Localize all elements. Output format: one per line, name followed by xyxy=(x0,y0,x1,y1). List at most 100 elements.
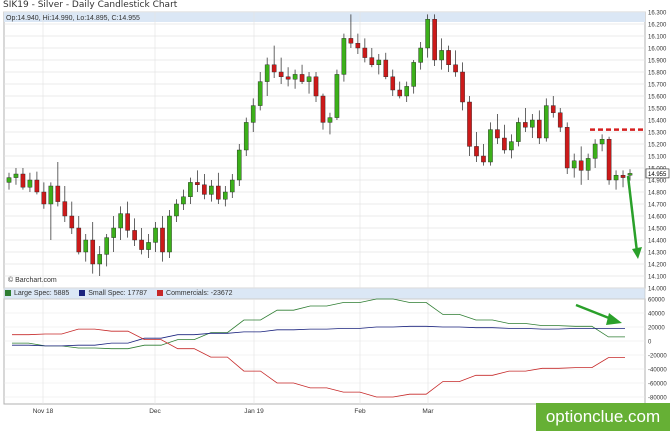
candle-body xyxy=(306,76,312,82)
candle-body xyxy=(271,64,277,73)
candle-body xyxy=(627,173,633,176)
indicator-tick-label: 40000 xyxy=(648,312,665,318)
candle-body xyxy=(543,105,549,139)
x-tick-label: Jan 19 xyxy=(244,408,264,415)
candle-body xyxy=(390,76,396,91)
price-tick-label: 14.500 xyxy=(648,227,667,233)
candle-body xyxy=(397,89,403,97)
candle-body xyxy=(432,19,437,61)
candle-body xyxy=(13,173,19,178)
x-tick-label: Nov 18 xyxy=(33,408,54,415)
legend-swatch xyxy=(79,290,86,297)
candle-body xyxy=(341,38,347,75)
candle-body xyxy=(20,173,26,188)
candle-body xyxy=(564,126,570,169)
legend-commercials[interactable]: Commercials: -23672 xyxy=(157,290,233,297)
price-tick-label: 16.000 xyxy=(648,47,667,53)
candle-body xyxy=(439,50,444,61)
candle-body xyxy=(167,215,172,253)
legend-small-spec[interactable]: Small Spec: 17787 xyxy=(79,290,147,297)
candle-body xyxy=(118,213,123,229)
candle-body xyxy=(139,239,144,250)
price-tick-label: 14.900 xyxy=(648,179,667,185)
candle-body xyxy=(55,185,61,202)
barchart-watermark: © Barchart.com xyxy=(8,277,57,284)
candle-body xyxy=(195,182,200,185)
candle-body xyxy=(599,138,605,145)
price-tick-label: 14.600 xyxy=(648,215,667,221)
candle-body xyxy=(48,185,54,205)
candle-body xyxy=(376,59,382,66)
candle-body xyxy=(125,213,130,231)
price-tick-label: 14.300 xyxy=(648,251,667,257)
price-tick-label: 15.100 xyxy=(648,155,667,161)
price-tick-label: 16.100 xyxy=(648,35,667,41)
candle-body xyxy=(181,196,186,205)
candle-body xyxy=(320,95,326,123)
candle-body xyxy=(585,158,591,171)
indicator-tick-label: 20000 xyxy=(648,326,665,332)
candle-body xyxy=(550,105,556,113)
price-tick-label: 15.400 xyxy=(648,119,667,125)
candle-body xyxy=(418,47,423,63)
indicator-tick-label: 0 xyxy=(648,340,652,346)
price-tick-label: 16.200 xyxy=(648,23,667,29)
candle-body xyxy=(174,203,179,217)
candle-body xyxy=(536,119,542,139)
candle-body xyxy=(83,239,89,253)
candle-body xyxy=(62,201,68,217)
legend-swatch xyxy=(5,290,11,297)
price-tick-label: 15.700 xyxy=(648,83,667,89)
candle-body xyxy=(369,57,375,65)
candle-body xyxy=(216,185,221,200)
chart-root: 16.300 16.200 16.100 16.000 15.900 15.800 15.7… xyxy=(0,0,670,431)
candle-body xyxy=(334,74,340,118)
candle-body xyxy=(530,119,535,128)
x-tick-label: Dec xyxy=(149,408,161,415)
candle-body xyxy=(34,179,40,193)
price-tick-label: 15.800 xyxy=(648,71,667,77)
candle-body xyxy=(453,64,458,73)
candle-body xyxy=(355,43,361,49)
candle-body xyxy=(285,76,291,80)
optionclue-logo: optionclue.com xyxy=(536,403,670,431)
candle-body xyxy=(383,59,389,77)
price-tick-label: 14.400 xyxy=(648,239,667,245)
candle-body xyxy=(6,177,12,183)
candle-body xyxy=(571,160,577,169)
candle-body xyxy=(292,74,298,80)
candle-body xyxy=(243,122,249,151)
indicator-tick-label: 60000 xyxy=(648,298,665,304)
price-tick-label: 15.900 xyxy=(648,59,667,65)
candle-body xyxy=(202,184,207,195)
last-price-label: 14.955 xyxy=(648,172,667,178)
legend-large-spec[interactable]: Large Spec: 5885 xyxy=(5,290,69,297)
candle-body xyxy=(474,146,479,157)
x-tick-label: Mar xyxy=(422,408,434,415)
chart-title: SIK19 - Silver - Daily Candlestick Chart xyxy=(3,0,178,10)
indicator-tick-label: -40000 xyxy=(648,368,667,374)
candle-body xyxy=(299,74,305,82)
candle-body xyxy=(460,71,465,103)
price-tick-label: 14.100 xyxy=(648,275,667,281)
candle-body xyxy=(578,160,584,171)
candle-body xyxy=(523,122,528,128)
candle-body xyxy=(69,215,75,229)
candle-body xyxy=(411,62,416,87)
candle-body xyxy=(104,237,109,255)
candle-body xyxy=(557,112,563,128)
candle-body xyxy=(27,179,33,188)
price-tick-label: 14.200 xyxy=(648,263,667,269)
candle-body xyxy=(229,179,235,193)
indicator-tick-label: -20000 xyxy=(648,354,667,360)
candle-body xyxy=(250,105,256,123)
candle-body xyxy=(509,141,514,151)
price-tick-label: 15.200 xyxy=(648,143,667,149)
price-tick-label: 15.300 xyxy=(648,131,667,137)
candle-body xyxy=(132,230,137,241)
candle-body xyxy=(146,242,151,250)
candle-body xyxy=(278,71,284,78)
candle-body xyxy=(257,81,263,106)
candle-body xyxy=(495,129,500,139)
candle-body xyxy=(236,149,242,181)
